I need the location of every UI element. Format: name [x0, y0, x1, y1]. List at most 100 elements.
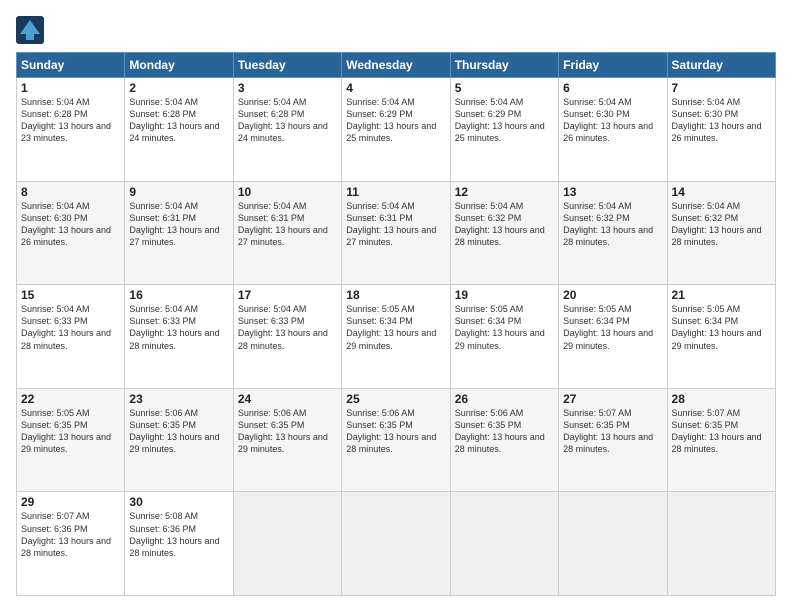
- calendar-cell: 1Sunrise: 5:04 AMSunset: 6:28 PMDaylight…: [17, 78, 125, 182]
- cell-content: Sunrise: 5:05 AMSunset: 6:34 PMDaylight:…: [672, 303, 771, 352]
- cell-content: Sunrise: 5:04 AMSunset: 6:31 PMDaylight:…: [346, 200, 445, 249]
- day-number: 14: [672, 185, 771, 199]
- day-header-tuesday: Tuesday: [233, 53, 341, 78]
- calendar-cell: 21Sunrise: 5:05 AMSunset: 6:34 PMDayligh…: [667, 285, 775, 389]
- day-number: 27: [563, 392, 662, 406]
- day-number: 17: [238, 288, 337, 302]
- calendar-cell: 11Sunrise: 5:04 AMSunset: 6:31 PMDayligh…: [342, 181, 450, 285]
- cell-content: Sunrise: 5:04 AMSunset: 6:31 PMDaylight:…: [238, 200, 337, 249]
- cell-content: Sunrise: 5:04 AMSunset: 6:28 PMDaylight:…: [238, 96, 337, 145]
- day-number: 5: [455, 81, 554, 95]
- calendar-cell: 9Sunrise: 5:04 AMSunset: 6:31 PMDaylight…: [125, 181, 233, 285]
- cell-content: Sunrise: 5:04 AMSunset: 6:32 PMDaylight:…: [672, 200, 771, 249]
- calendar-cell: 4Sunrise: 5:04 AMSunset: 6:29 PMDaylight…: [342, 78, 450, 182]
- cell-content: Sunrise: 5:04 AMSunset: 6:33 PMDaylight:…: [129, 303, 228, 352]
- calendar-cell: 3Sunrise: 5:04 AMSunset: 6:28 PMDaylight…: [233, 78, 341, 182]
- cell-content: Sunrise: 5:05 AMSunset: 6:35 PMDaylight:…: [21, 407, 120, 456]
- logo-icon: [16, 16, 44, 44]
- day-number: 16: [129, 288, 228, 302]
- day-number: 13: [563, 185, 662, 199]
- cell-content: Sunrise: 5:06 AMSunset: 6:35 PMDaylight:…: [455, 407, 554, 456]
- header: [16, 16, 776, 44]
- calendar-cell: 15Sunrise: 5:04 AMSunset: 6:33 PMDayligh…: [17, 285, 125, 389]
- calendar-cell: 20Sunrise: 5:05 AMSunset: 6:34 PMDayligh…: [559, 285, 667, 389]
- calendar-cell: 22Sunrise: 5:05 AMSunset: 6:35 PMDayligh…: [17, 388, 125, 492]
- day-number: 18: [346, 288, 445, 302]
- cell-content: Sunrise: 5:07 AMSunset: 6:36 PMDaylight:…: [21, 510, 120, 559]
- logo: [16, 16, 48, 44]
- calendar-cell: 10Sunrise: 5:04 AMSunset: 6:31 PMDayligh…: [233, 181, 341, 285]
- day-number: 2: [129, 81, 228, 95]
- day-number: 22: [21, 392, 120, 406]
- cell-content: Sunrise: 5:04 AMSunset: 6:32 PMDaylight:…: [455, 200, 554, 249]
- calendar-cell: 29Sunrise: 5:07 AMSunset: 6:36 PMDayligh…: [17, 492, 125, 596]
- cell-content: Sunrise: 5:05 AMSunset: 6:34 PMDaylight:…: [563, 303, 662, 352]
- day-number: 30: [129, 495, 228, 509]
- cell-content: Sunrise: 5:04 AMSunset: 6:33 PMDaylight:…: [238, 303, 337, 352]
- day-number: 26: [455, 392, 554, 406]
- calendar-cell: [233, 492, 341, 596]
- day-header-wednesday: Wednesday: [342, 53, 450, 78]
- calendar-table: SundayMondayTuesdayWednesdayThursdayFrid…: [16, 52, 776, 596]
- day-number: 6: [563, 81, 662, 95]
- day-number: 8: [21, 185, 120, 199]
- calendar-cell: 26Sunrise: 5:06 AMSunset: 6:35 PMDayligh…: [450, 388, 558, 492]
- calendar-cell: 8Sunrise: 5:04 AMSunset: 6:30 PMDaylight…: [17, 181, 125, 285]
- cell-content: Sunrise: 5:06 AMSunset: 6:35 PMDaylight:…: [346, 407, 445, 456]
- cell-content: Sunrise: 5:04 AMSunset: 6:29 PMDaylight:…: [346, 96, 445, 145]
- day-number: 12: [455, 185, 554, 199]
- calendar-cell: 28Sunrise: 5:07 AMSunset: 6:35 PMDayligh…: [667, 388, 775, 492]
- day-number: 24: [238, 392, 337, 406]
- day-number: 1: [21, 81, 120, 95]
- cell-content: Sunrise: 5:07 AMSunset: 6:35 PMDaylight:…: [672, 407, 771, 456]
- day-number: 28: [672, 392, 771, 406]
- calendar-cell: 7Sunrise: 5:04 AMSunset: 6:30 PMDaylight…: [667, 78, 775, 182]
- calendar-cell: [342, 492, 450, 596]
- calendar-cell: 5Sunrise: 5:04 AMSunset: 6:29 PMDaylight…: [450, 78, 558, 182]
- calendar-cell: 25Sunrise: 5:06 AMSunset: 6:35 PMDayligh…: [342, 388, 450, 492]
- day-number: 7: [672, 81, 771, 95]
- cell-content: Sunrise: 5:08 AMSunset: 6:36 PMDaylight:…: [129, 510, 228, 559]
- calendar-cell: [450, 492, 558, 596]
- day-number: 19: [455, 288, 554, 302]
- day-header-monday: Monday: [125, 53, 233, 78]
- calendar-cell: 12Sunrise: 5:04 AMSunset: 6:32 PMDayligh…: [450, 181, 558, 285]
- day-number: 4: [346, 81, 445, 95]
- calendar-cell: 2Sunrise: 5:04 AMSunset: 6:28 PMDaylight…: [125, 78, 233, 182]
- calendar-cell: 27Sunrise: 5:07 AMSunset: 6:35 PMDayligh…: [559, 388, 667, 492]
- calendar-cell: 19Sunrise: 5:05 AMSunset: 6:34 PMDayligh…: [450, 285, 558, 389]
- cell-content: Sunrise: 5:04 AMSunset: 6:30 PMDaylight:…: [672, 96, 771, 145]
- cell-content: Sunrise: 5:06 AMSunset: 6:35 PMDaylight:…: [129, 407, 228, 456]
- day-number: 9: [129, 185, 228, 199]
- cell-content: Sunrise: 5:05 AMSunset: 6:34 PMDaylight:…: [455, 303, 554, 352]
- day-header-friday: Friday: [559, 53, 667, 78]
- day-header-thursday: Thursday: [450, 53, 558, 78]
- calendar-cell: 16Sunrise: 5:04 AMSunset: 6:33 PMDayligh…: [125, 285, 233, 389]
- cell-content: Sunrise: 5:04 AMSunset: 6:32 PMDaylight:…: [563, 200, 662, 249]
- cell-content: Sunrise: 5:04 AMSunset: 6:28 PMDaylight:…: [129, 96, 228, 145]
- calendar-cell: 17Sunrise: 5:04 AMSunset: 6:33 PMDayligh…: [233, 285, 341, 389]
- calendar-cell: [559, 492, 667, 596]
- calendar-cell: 13Sunrise: 5:04 AMSunset: 6:32 PMDayligh…: [559, 181, 667, 285]
- cell-content: Sunrise: 5:04 AMSunset: 6:28 PMDaylight:…: [21, 96, 120, 145]
- day-number: 20: [563, 288, 662, 302]
- calendar-cell: 6Sunrise: 5:04 AMSunset: 6:30 PMDaylight…: [559, 78, 667, 182]
- day-number: 29: [21, 495, 120, 509]
- cell-content: Sunrise: 5:07 AMSunset: 6:35 PMDaylight:…: [563, 407, 662, 456]
- cell-content: Sunrise: 5:04 AMSunset: 6:31 PMDaylight:…: [129, 200, 228, 249]
- day-header-sunday: Sunday: [17, 53, 125, 78]
- calendar-cell: 23Sunrise: 5:06 AMSunset: 6:35 PMDayligh…: [125, 388, 233, 492]
- calendar-cell: 24Sunrise: 5:06 AMSunset: 6:35 PMDayligh…: [233, 388, 341, 492]
- calendar-cell: 14Sunrise: 5:04 AMSunset: 6:32 PMDayligh…: [667, 181, 775, 285]
- calendar-cell: 30Sunrise: 5:08 AMSunset: 6:36 PMDayligh…: [125, 492, 233, 596]
- day-number: 10: [238, 185, 337, 199]
- cell-content: Sunrise: 5:04 AMSunset: 6:30 PMDaylight:…: [21, 200, 120, 249]
- calendar-cell: 18Sunrise: 5:05 AMSunset: 6:34 PMDayligh…: [342, 285, 450, 389]
- day-number: 25: [346, 392, 445, 406]
- page: SundayMondayTuesdayWednesdayThursdayFrid…: [0, 0, 792, 612]
- day-number: 11: [346, 185, 445, 199]
- day-number: 21: [672, 288, 771, 302]
- day-header-saturday: Saturday: [667, 53, 775, 78]
- day-number: 3: [238, 81, 337, 95]
- cell-content: Sunrise: 5:04 AMSunset: 6:33 PMDaylight:…: [21, 303, 120, 352]
